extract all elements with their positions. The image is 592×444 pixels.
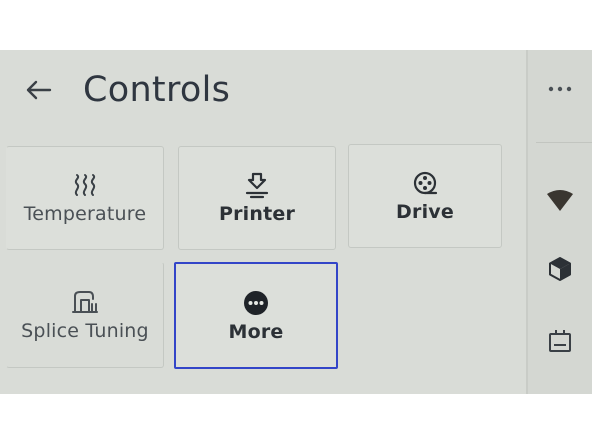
sidebar-separator	[536, 142, 592, 143]
storage-icon	[549, 330, 571, 352]
splice-tuning-tile[interactable]: Splice Tuning	[6, 262, 164, 368]
splice-tuning-icon	[70, 288, 100, 316]
back-button[interactable]	[18, 72, 58, 108]
controls-screen: Controls Temperature Printer Drive Splic…	[0, 50, 592, 394]
wifi-icon	[547, 190, 573, 211]
splice-tuning-label: Splice Tuning	[21, 320, 149, 342]
temperature-label: Temperature	[23, 203, 147, 225]
more-tile[interactable]: More	[174, 262, 338, 369]
status-sidebar	[528, 50, 592, 394]
cube-icon	[549, 257, 571, 281]
printer-label: Printer	[218, 203, 296, 225]
printer-icon	[242, 171, 272, 199]
sidebar-more-button[interactable]	[542, 72, 578, 106]
sidebar-storage-button[interactable]	[542, 324, 578, 358]
heat-waves-icon	[70, 171, 100, 199]
temperature-tile[interactable]: Temperature	[6, 146, 164, 250]
more-horizontal-icon	[548, 86, 572, 92]
sidebar-cube-button[interactable]	[542, 252, 578, 286]
printer-tile[interactable]: Printer	[178, 146, 336, 250]
sidebar-wifi-button[interactable]	[542, 184, 578, 218]
drive-label: Drive	[396, 201, 454, 223]
page-title: Controls	[83, 70, 231, 110]
header: Controls	[0, 50, 526, 136]
more-dots-icon	[241, 289, 271, 317]
more-label: More	[228, 320, 284, 343]
arrow-left-icon	[26, 80, 52, 100]
drive-tile[interactable]: Drive	[348, 144, 502, 248]
drive-reel-icon	[410, 169, 440, 197]
